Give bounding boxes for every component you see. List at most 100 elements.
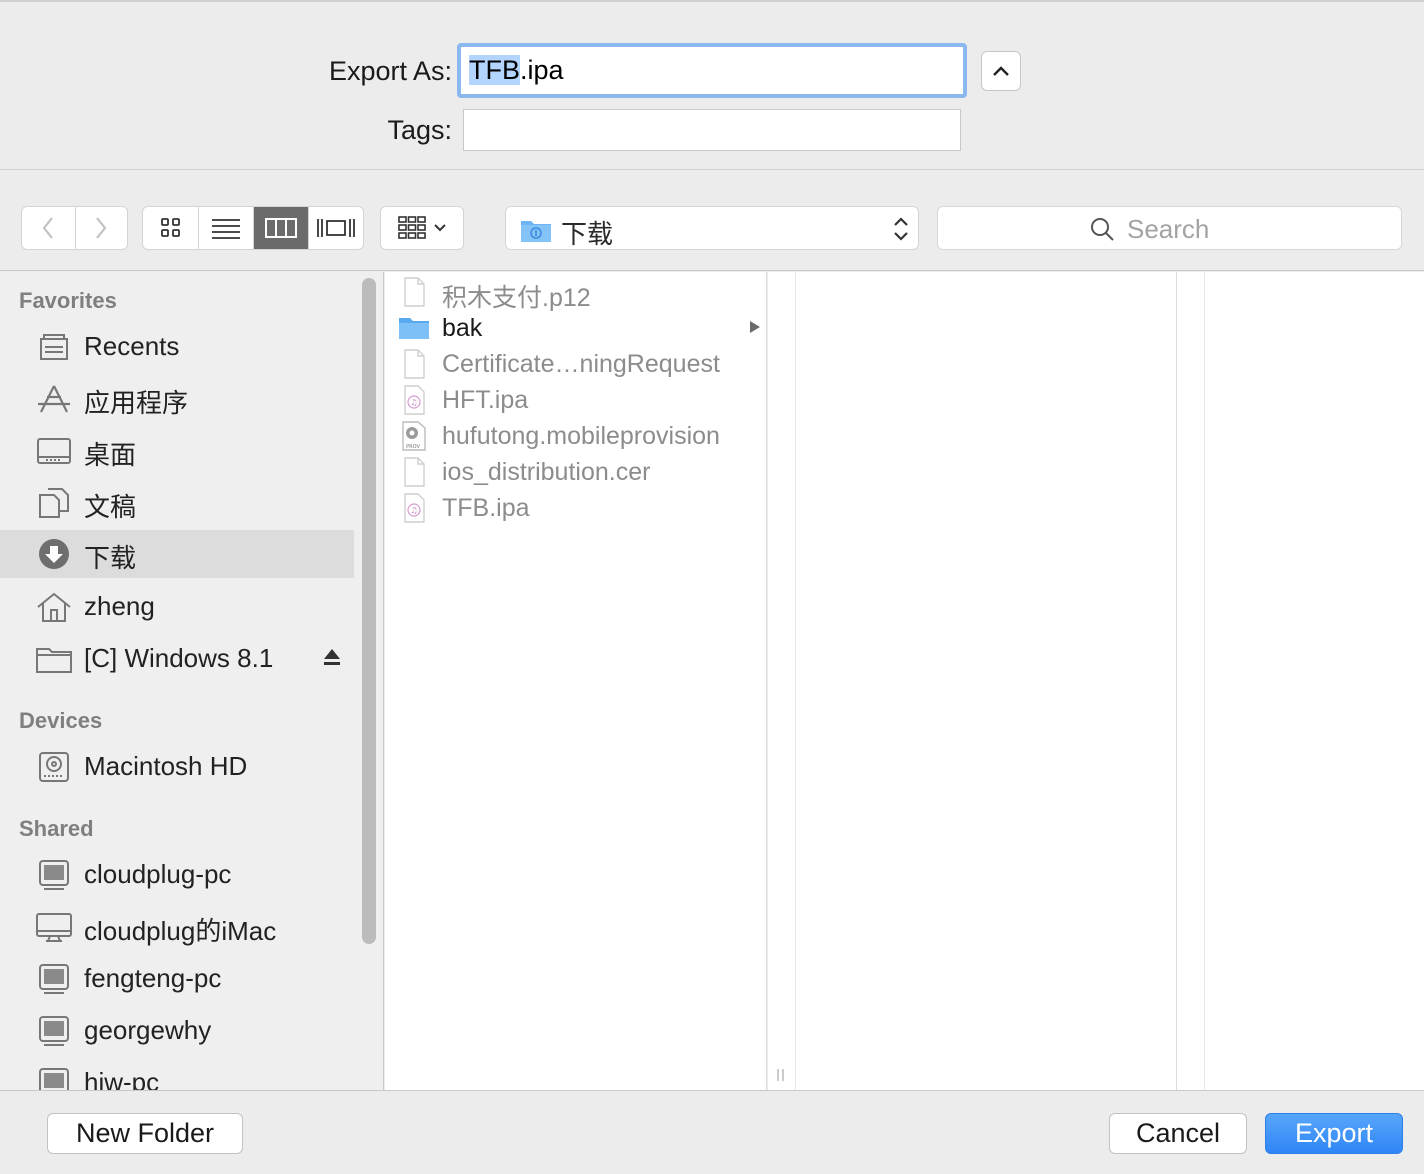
location-label: 下载 bbox=[561, 219, 614, 249]
empty-column bbox=[795, 272, 1177, 1090]
back-button[interactable] bbox=[22, 207, 75, 249]
sidebar-item-hjw-pc[interactable]: hjw-pc bbox=[0, 1059, 354, 1090]
empty-column bbox=[1205, 272, 1424, 1090]
sidebar-item-label: 文稿 bbox=[84, 492, 137, 522]
filename-selection: TFB bbox=[469, 55, 520, 85]
provision-file-icon: PROV bbox=[402, 421, 426, 451]
file-row[interactable]: ♫ HFT.ipa bbox=[385, 382, 767, 418]
tags-input[interactable] bbox=[463, 109, 961, 151]
columns-icon bbox=[265, 218, 297, 238]
svg-text:♫: ♫ bbox=[410, 398, 417, 407]
pc-icon bbox=[39, 964, 69, 994]
desktop-icon bbox=[37, 438, 71, 464]
shared-header: Shared bbox=[19, 816, 94, 841]
ipa-file-icon: ♫ bbox=[404, 493, 425, 523]
sidebar-item-desktop[interactable]: 桌面 bbox=[0, 427, 354, 475]
export-button[interactable]: Export bbox=[1265, 1113, 1403, 1154]
sidebar-item-fengteng-pc[interactable]: fengteng-pc bbox=[0, 955, 354, 1003]
pc-icon bbox=[39, 1068, 69, 1090]
eject-icon[interactable] bbox=[322, 647, 342, 667]
sidebar-item-label: hjw-pc bbox=[84, 1067, 160, 1090]
document-icon bbox=[404, 277, 425, 307]
downloads-icon bbox=[39, 539, 69, 569]
icon-view-button[interactable] bbox=[143, 207, 198, 249]
favorites-header: Favorites bbox=[19, 288, 117, 313]
sidebar-item-home[interactable]: zheng bbox=[0, 583, 354, 631]
grid-icon bbox=[160, 218, 180, 237]
file-name: ios_distribution.cer bbox=[442, 458, 651, 486]
sidebar-item-recents[interactable]: Recents bbox=[0, 323, 354, 371]
sidebar-item-label: 桌面 bbox=[84, 440, 137, 470]
recents-icon bbox=[40, 334, 68, 360]
forward-button[interactable] bbox=[74, 207, 128, 249]
file-row[interactable]: ♫ TFB.ipa bbox=[385, 490, 767, 526]
sidebar-item-macintosh-hd[interactable]: Macintosh HD bbox=[0, 743, 354, 791]
sidebar-item-label: cloudplug-pc bbox=[84, 859, 232, 889]
arrange-grid-icon bbox=[398, 216, 426, 239]
sidebar-item-label: Macintosh HD bbox=[84, 751, 248, 781]
cancel-button[interactable]: Cancel bbox=[1109, 1113, 1247, 1154]
svg-text:PROV: PROV bbox=[406, 444, 420, 450]
folder-icon bbox=[399, 318, 429, 339]
list-view-button[interactable] bbox=[198, 207, 253, 249]
arrange-button[interactable] bbox=[380, 206, 464, 250]
ipa-file-icon: ♫ bbox=[404, 385, 425, 415]
sidebar-scrollbar[interactable] bbox=[362, 278, 376, 944]
document-icon bbox=[404, 457, 425, 487]
export-as-label: Export As: bbox=[328, 56, 452, 86]
chevron-left-icon bbox=[42, 217, 54, 239]
search-placeholder: Search bbox=[1127, 214, 1210, 244]
export-as-input[interactable]: TFB.ipa bbox=[457, 43, 967, 98]
svg-text:♫: ♫ bbox=[410, 506, 417, 515]
filename-extension: .ipa bbox=[520, 55, 564, 85]
up-down-arrows-icon bbox=[894, 217, 908, 241]
column-divider[interactable] bbox=[1177, 272, 1205, 1090]
file-name: hufutong.mobileprovision bbox=[442, 422, 720, 450]
list-icon bbox=[212, 219, 240, 239]
document-icon bbox=[404, 349, 425, 379]
file-row[interactable]: 积木支付.p12 bbox=[385, 274, 767, 312]
file-name: 积木支付.p12 bbox=[442, 284, 591, 312]
chevron-right-icon bbox=[96, 217, 107, 239]
file-row[interactable]: ios_distribution.cer bbox=[385, 454, 767, 490]
sidebar-item-cloudplug-imac[interactable]: cloudplug的iMac bbox=[0, 903, 354, 951]
disclosure-arrow-icon bbox=[750, 321, 760, 333]
collapse-dialog-button[interactable] bbox=[981, 51, 1021, 91]
file-name: TFB.ipa bbox=[442, 494, 530, 522]
sidebar-item-label: 应用程序 bbox=[84, 388, 189, 418]
sidebar-item-label: georgewhy bbox=[84, 1015, 212, 1045]
cover-flow-button[interactable] bbox=[308, 207, 363, 249]
sidebar-item-label: cloudplug的iMac bbox=[84, 916, 277, 946]
file-row[interactable]: PROV hufutong.mobileprovision bbox=[385, 418, 767, 454]
pc-icon bbox=[39, 1016, 69, 1046]
folder-row[interactable]: bak bbox=[385, 310, 767, 346]
devices-header: Devices bbox=[19, 708, 103, 733]
sidebar-item-windows[interactable]: [C] Windows 8.1 bbox=[0, 635, 354, 683]
new-folder-button[interactable]: New Folder bbox=[47, 1113, 243, 1154]
file-name: HFT.ipa bbox=[442, 386, 529, 414]
tags-label: Tags: bbox=[387, 115, 452, 145]
cover-flow-icon bbox=[317, 219, 355, 237]
column-divider[interactable] bbox=[768, 272, 795, 1090]
sidebar-item-downloads[interactable]: 下载 bbox=[0, 530, 354, 578]
sidebar-item-georgewhy[interactable]: georgewhy bbox=[0, 1007, 354, 1055]
chevron-down-icon bbox=[434, 224, 446, 232]
column-resize-grip-icon[interactable] bbox=[776, 1068, 786, 1082]
search-field[interactable]: Search bbox=[937, 206, 1402, 250]
dialog-footer: New Folder Cancel Export bbox=[0, 1090, 1424, 1174]
export-header: Export As: TFB.ipa Tags: bbox=[0, 0, 1424, 170]
sidebar-item-documents[interactable]: 文稿 bbox=[0, 479, 354, 527]
file-row[interactable]: Certificate…ningRequest bbox=[385, 346, 767, 382]
sidebar-item-cloudplug-pc[interactable]: cloudplug-pc bbox=[0, 851, 354, 899]
column-view-button[interactable] bbox=[253, 207, 308, 249]
location-popup[interactable]: 下载 bbox=[505, 206, 919, 250]
file-column: 积木支付.p12 bak Certificate…ningRequest ♫ H… bbox=[385, 272, 767, 1090]
browser-toolbar: 下载 Search bbox=[0, 171, 1424, 271]
sidebar: Favorites Recents 应用程序 桌面 文稿 下载 zheng [C… bbox=[0, 272, 384, 1090]
sidebar-item-applications[interactable]: 应用程序 bbox=[0, 375, 354, 423]
navigation-segment bbox=[21, 206, 128, 250]
sidebar-item-label: fengteng-pc bbox=[84, 963, 222, 993]
file-name: bak bbox=[442, 314, 483, 342]
imac-icon bbox=[36, 913, 72, 942]
folder-icon bbox=[36, 648, 72, 673]
